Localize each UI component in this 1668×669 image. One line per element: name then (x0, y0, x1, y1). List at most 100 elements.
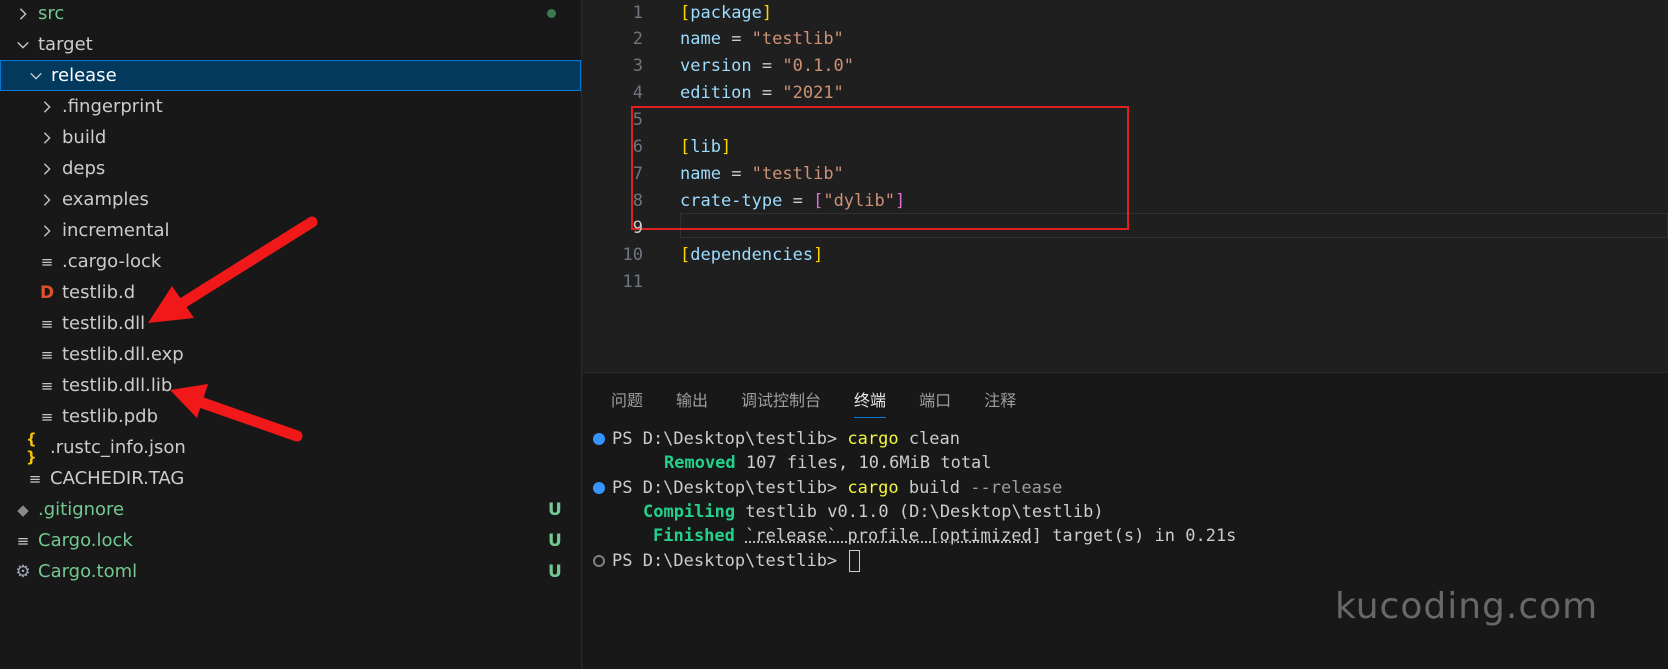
file-item[interactable]: ≡ testlib.dll.lib (0, 370, 581, 401)
code-token: "2021" (782, 83, 844, 104)
terminal-cursor[interactable] (849, 550, 861, 572)
watermark: kucoding.com (1335, 586, 1599, 627)
folder-item[interactable]: deps (0, 153, 581, 184)
panel-tab[interactable]: 注释 (984, 387, 1016, 418)
panel-tab[interactable]: 调试控制台 (741, 387, 821, 418)
folder-item[interactable]: .fingerprint (0, 91, 581, 122)
folder-item[interactable]: incremental (0, 215, 581, 246)
code-text: [dependencies] (680, 245, 823, 265)
code-line[interactable]: 10 [dependencies] (583, 241, 1668, 268)
panel-tab[interactable]: 问题 (611, 387, 643, 418)
file-item[interactable]: ≡ testlib.pdb (0, 401, 581, 432)
chevron-right-icon[interactable] (38, 222, 56, 240)
terminal-command: cargo (847, 429, 899, 449)
line-number: 1 (632, 2, 643, 23)
folder-item[interactable]: examples (0, 184, 581, 215)
terminal-prompt: PS D:\Desktop\testlib> (612, 551, 848, 571)
terminal-status-word: Removed (664, 453, 736, 473)
explorer-sidebar: src target release .fingerprint build deps exa… (0, 0, 582, 669)
terminal-output: testlib v0.1.0 (D:\Desktop\testlib) (735, 502, 1104, 522)
code-line[interactable]: 9 (583, 214, 1668, 241)
item-label: release (51, 65, 117, 86)
chevron-right-icon[interactable] (38, 191, 56, 209)
file-item[interactable]: ≡ testlib.dll.exp (0, 339, 581, 370)
file-item[interactable]: ⚙ Cargo.toml U (0, 556, 581, 587)
folder-item[interactable]: release (0, 60, 581, 91)
chevron-right-icon[interactable] (14, 5, 32, 23)
code-token: name (680, 163, 721, 184)
code-token: ] (720, 137, 732, 157)
panel-tab[interactable]: 终端 (854, 387, 887, 418)
folder-item[interactable]: target (0, 29, 581, 60)
lines-icon: ≡ (40, 345, 54, 364)
command-success-icon (593, 482, 605, 494)
chevron-down-icon[interactable] (27, 67, 45, 85)
terminal-input-line[interactable]: PS D:\Desktop\testlib> (593, 549, 861, 573)
chevron-right-icon[interactable] (38, 160, 56, 178)
code-token: = (720, 163, 752, 184)
code-token: = (751, 83, 783, 104)
terminal-flag: --release (960, 478, 1063, 498)
folder-item[interactable]: src (0, 0, 581, 29)
untracked-badge: U (548, 561, 562, 582)
terminal-output: target(s) in 0.21s (1041, 526, 1237, 546)
file-item[interactable]: Dtestlib.d (0, 277, 581, 308)
code-line[interactable]: 4 edition = "2021" (583, 80, 1668, 107)
code-line[interactable]: 5 (583, 107, 1668, 134)
code-line[interactable]: 8 crate-type = ["dylib"] (583, 187, 1668, 214)
terminal-line: Removed 107 files, 10.6MiB total (664, 451, 992, 475)
code-token: "dylib" (823, 190, 895, 211)
chevron-down-icon[interactable] (14, 36, 32, 54)
code-token: = (782, 190, 814, 211)
item-label: build (62, 127, 107, 148)
code-line[interactable]: 7 name = "testlib" (583, 160, 1668, 187)
line-number: 9 (632, 217, 643, 238)
code-line[interactable]: 1 [package] (583, 0, 1668, 26)
command-pending-icon (593, 555, 605, 567)
folder-item[interactable]: build (0, 122, 581, 153)
chevron-right-icon[interactable] (38, 129, 56, 147)
panel-tabs: 问题 输出 调试控制台 终端 端口 注释 (611, 387, 1049, 418)
code-text: name = "testlib" (680, 29, 844, 49)
file-item[interactable]: ≡ Cargo.lock U (0, 525, 581, 556)
gear-icon: ⚙ (15, 561, 31, 582)
terminal-command: cargo (847, 478, 899, 498)
panel-tab[interactable]: 端口 (919, 387, 951, 418)
terminal-prompt: PS D:\Desktop\testlib> (612, 478, 848, 498)
chevron-right-icon[interactable] (38, 98, 56, 116)
file-item[interactable]: { } .rustc_info.json (0, 429, 581, 466)
code-line[interactable]: 11 (583, 268, 1668, 295)
code-token: "0.1.0" (782, 56, 855, 77)
code-line[interactable]: 6 [lib] (583, 134, 1668, 161)
terminal-output: 107 files, 10.6MiB total (735, 453, 992, 473)
command-success-icon (593, 433, 605, 445)
code-token: package (690, 2, 762, 23)
terminal-status-word: Finished (653, 526, 735, 546)
lines-icon: ≡ (28, 469, 42, 488)
item-label: deps (62, 158, 106, 179)
modified-dot-icon (547, 9, 556, 18)
file-item[interactable]: ≡ testlib.dll (0, 308, 581, 339)
code-token: ] (813, 244, 824, 265)
item-label: testlib.pdb (62, 406, 158, 427)
file-item[interactable]: ≡ CACHEDIR.TAG (0, 463, 581, 494)
code-editor[interactable]: 1 [package] 2 name = "testlib" 3 version = "0… (583, 0, 1668, 372)
item-label: src (38, 3, 65, 24)
code-token: ] (894, 190, 906, 211)
file-item[interactable]: ≡ .cargo-lock (0, 246, 581, 277)
terminal-line: Compiling testlib v0.1.0 (D:\Desktop\tes… (643, 500, 1104, 524)
panel-tab[interactable]: 输出 (676, 387, 708, 418)
code-token: [ (680, 137, 691, 157)
untracked-badge: U (548, 530, 562, 551)
line-number: 10 (622, 244, 643, 265)
code-line[interactable]: 2 name = "testlib" (583, 26, 1668, 53)
code-line[interactable]: 3 version = "0.1.0" (583, 53, 1668, 80)
terminal-line: PS D:\Desktop\testlib> cargo build --rel… (593, 476, 1062, 500)
terminal-prompt: PS D:\Desktop\testlib> (612, 429, 848, 449)
file-item[interactable]: ◆ .gitignore U (0, 494, 581, 525)
item-label: target (38, 34, 93, 55)
lines-icon: ≡ (16, 531, 30, 550)
json-icon: { } (26, 429, 37, 466)
item-label: testlib.dll.exp (62, 344, 184, 365)
item-label: .rustc_info.json (50, 437, 186, 458)
